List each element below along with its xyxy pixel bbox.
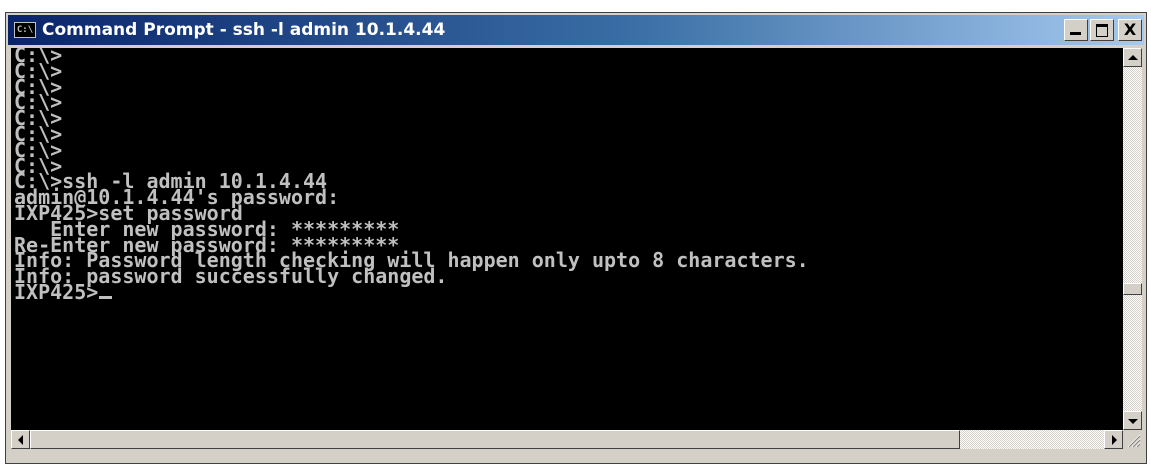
window-title: Command Prompt - ssh -l admin 10.1.4.44: [42, 20, 446, 40]
scroll-up-button[interactable]: [1123, 48, 1142, 67]
console-line: C:\>: [14, 90, 63, 115]
resize-grip[interactable]: [1123, 430, 1142, 449]
resize-grip-icon: [1127, 434, 1141, 448]
console-line: C:\>: [14, 48, 63, 67]
horizontal-scrollbar[interactable]: [11, 430, 1123, 449]
console-icon[interactable]: C:\: [14, 22, 36, 38]
console-line: C:\>: [14, 58, 63, 83]
close-button[interactable]: X: [1118, 19, 1142, 41]
text-cursor: [99, 295, 113, 299]
maximize-button[interactable]: [1090, 19, 1114, 41]
console-line: C:\>: [14, 74, 63, 99]
vertical-scrollbar[interactable]: [1123, 48, 1142, 430]
vertical-scroll-thumb[interactable]: [1123, 283, 1142, 295]
minimize-button[interactable]: [1064, 19, 1088, 41]
scroll-down-button[interactable]: [1123, 411, 1142, 430]
console-line: C:\>: [14, 121, 63, 146]
arrow-right-icon: [1112, 435, 1117, 445]
arrow-left-icon: [18, 435, 23, 445]
title-bar[interactable]: C:\ Command Prompt - ssh -l admin 10.1.4…: [8, 15, 1144, 45]
console-line: C:\>: [14, 137, 63, 162]
current-prompt: IXP425>: [14, 279, 99, 304]
console-output[interactable]: C:\> C:\> C:\> C:\> C:\> C:\> C:\> C:\> …: [11, 48, 1123, 430]
window-controls: X: [1062, 19, 1142, 41]
arrow-down-icon: [1128, 419, 1138, 424]
console-line: C:\>: [14, 106, 63, 131]
arrow-up-icon: [1128, 55, 1138, 60]
scroll-right-button[interactable]: [1104, 430, 1123, 449]
scroll-left-button[interactable]: [11, 430, 30, 449]
horizontal-scroll-thumb[interactable]: [30, 430, 960, 449]
command-prompt-window: C:\ Command Prompt - ssh -l admin 10.1.4…: [5, 12, 1147, 464]
